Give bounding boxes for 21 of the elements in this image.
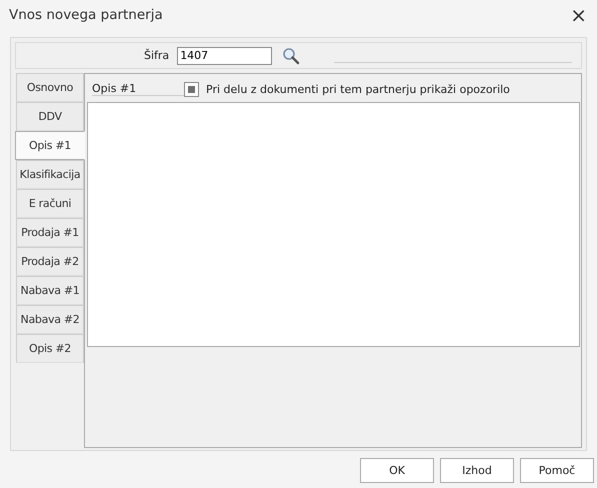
- window-title: Vnos novega partnerja: [9, 7, 163, 23]
- side-tab[interactable]: Klasifikacija: [16, 160, 84, 189]
- side-tab[interactable]: DDV: [16, 102, 84, 131]
- description-field[interactable]: [87, 102, 580, 347]
- close-button[interactable]: ×: [566, 3, 591, 27]
- checkbox[interactable]: [184, 82, 199, 96]
- side-tab[interactable]: Osnovno: [16, 73, 84, 102]
- side-tab[interactable]: Opis #1: [15, 131, 85, 160]
- search-icon[interactable]: [282, 46, 300, 64]
- side-tab[interactable]: E računi: [16, 189, 84, 218]
- dialog-button[interactable]: Pomoč: [520, 458, 594, 483]
- side-tab[interactable]: Nabava #2: [16, 305, 84, 334]
- code-field[interactable]: 1407: [177, 46, 272, 64]
- dialog-button[interactable]: OK: [360, 458, 434, 483]
- side-tab[interactable]: Opis #2: [16, 334, 84, 363]
- side-tab[interactable]: Prodaja #1: [16, 218, 84, 247]
- side-tab[interactable]: Prodaja #2: [16, 247, 84, 276]
- checkbox-label: Pri delu z dokumenti pri tem partnerju prikaži opozorilo: [206, 82, 510, 96]
- field-label: Šifra: [144, 49, 170, 62]
- side-tab[interactable]: Nabava #1: [16, 276, 84, 305]
- dialog-button[interactable]: Izhod: [440, 458, 514, 483]
